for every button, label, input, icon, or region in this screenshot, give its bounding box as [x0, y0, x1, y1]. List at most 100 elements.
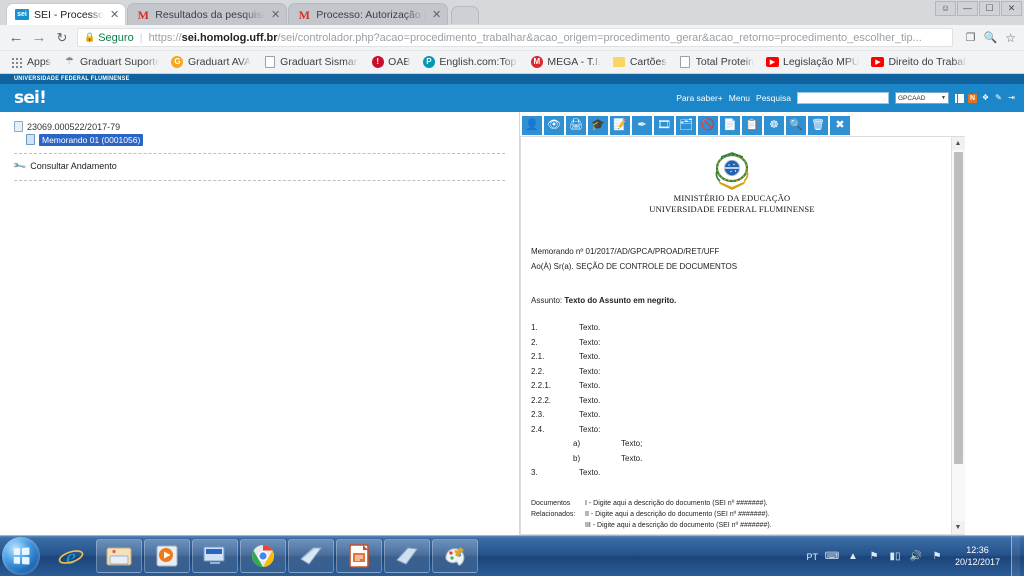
- consultar-processo-icon[interactable]: 👤: [522, 116, 542, 135]
- org-banner-label: UNIVERSIDADE FEDERAL FLUMINENSE: [14, 75, 130, 83]
- media-player-icon[interactable]: [144, 539, 190, 573]
- incluir-documento-icon[interactable]: 📄: [720, 116, 740, 135]
- browser-tab-sei[interactable]: sei SEI - Processo ✕: [6, 3, 127, 25]
- window-icon[interactable]: [384, 539, 430, 573]
- logout-icon[interactable]: ⇥: [1007, 94, 1016, 103]
- bookmark-apps[interactable]: Apps: [4, 56, 57, 69]
- university-label: UNIVERSIDADE FEDERAL FLUMINENSE: [649, 204, 815, 215]
- bookmark-label: Graduart Sismart: [280, 56, 360, 68]
- file-explorer-icon[interactable]: [96, 539, 142, 573]
- security-alert-icon[interactable]: ⚑: [930, 550, 944, 564]
- bookmark-label: Apps: [27, 56, 51, 68]
- tree-action-consultar-andamento[interactable]: 🔧 Consultar Andamento: [12, 158, 505, 173]
- item-number: 2.2.: [531, 366, 545, 376]
- reload-icon[interactable]: ↻: [54, 31, 70, 44]
- remote-desktop-icon[interactable]: [192, 539, 238, 573]
- libreoffice-icon[interactable]: [336, 539, 382, 573]
- menu-grid-icon[interactable]: [955, 93, 964, 103]
- bookmark-englishcom[interactable]: P English.com:Top Note: [416, 56, 524, 69]
- pesquisar-icon[interactable]: 🔍: [786, 116, 806, 135]
- bookmark-cartoes[interactable]: Cartões: [607, 56, 673, 69]
- gerenciar-marcadores-icon[interactable]: 🎞: [654, 116, 674, 135]
- close-icon[interactable]: ✕: [110, 8, 119, 21]
- internet-explorer-icon[interactable]: e: [48, 539, 94, 573]
- mega-icon: M: [530, 56, 543, 69]
- bookmark-legislacao-mpu[interactable]: ▶ Legislação MPU: [760, 56, 865, 69]
- page-icon: [263, 56, 276, 69]
- bookmark-graduart-suporte[interactable]: ☂ Graduart Suporte Po: [57, 56, 165, 69]
- scroll-up-arrow[interactable]: ▲: [951, 137, 965, 150]
- bookmark-mega-ti[interactable]: M MEGA - T.I.: [524, 56, 606, 69]
- taskbar-items: e: [48, 539, 478, 573]
- user-profile-icon[interactable]: ❖: [981, 94, 990, 103]
- scrollbar-thumb[interactable]: [953, 152, 963, 464]
- clock[interactable]: 12:36 20/12/2017: [951, 545, 1004, 568]
- link-menu[interactable]: Menu: [729, 93, 750, 103]
- windows-start-orb[interactable]: [2, 537, 40, 575]
- browser-tab-resultados[interactable]: M Resultados da pesquisa ✕: [127, 3, 288, 25]
- caneta-assinatura-icon[interactable]: ✒: [632, 116, 652, 135]
- document-scrollbar[interactable]: ▲ ▼: [951, 136, 965, 535]
- assinar-documento-icon[interactable]: 📝: [610, 116, 630, 135]
- address-bar[interactable]: 🔒 Seguro | https://sei.homolog.uff.br/se…: [77, 28, 953, 47]
- search-input[interactable]: [797, 92, 889, 104]
- keyboard-icon[interactable]: ⌨: [825, 550, 839, 564]
- unit-select[interactable]: GPCAAD ▼: [895, 92, 949, 104]
- sei-logo[interactable]: sei!: [14, 89, 47, 107]
- language-indicator[interactable]: PT: [806, 552, 818, 562]
- excluir-icon[interactable]: 🗑: [808, 116, 828, 135]
- pearson-icon: P: [422, 56, 435, 69]
- bookmark-graduart-sismart[interactable]: Graduart Sismart: [257, 56, 365, 69]
- back-arrow-icon[interactable]: ←: [8, 30, 24, 45]
- user-icon[interactable]: ☺: [935, 1, 956, 16]
- zoom-icon[interactable]: 🔍: [984, 31, 998, 44]
- cancelar-documento-icon[interactable]: 🚫: [698, 116, 718, 135]
- item-text: Texto:: [579, 424, 601, 434]
- minimize-icon[interactable]: —: [957, 1, 978, 16]
- forward-arrow-icon[interactable]: →: [31, 30, 47, 45]
- fechar-icon[interactable]: ✖: [830, 116, 850, 135]
- show-desktop-button[interactable]: [1011, 536, 1020, 576]
- bookmark-total-protein[interactable]: Total Protein: [673, 56, 760, 69]
- duplicar-documento-icon[interactable]: 📋: [742, 116, 762, 135]
- subject-label: Assunto:: [531, 296, 565, 306]
- close-icon[interactable]: ✕: [432, 8, 441, 21]
- action-center-icon[interactable]: ⚑: [867, 550, 881, 564]
- google-chrome-icon[interactable]: [240, 539, 286, 573]
- save-page-icon[interactable]: ❐: [966, 31, 976, 44]
- mover-documento-icon[interactable]: 🗂: [676, 116, 696, 135]
- tree-item-document[interactable]: Memorando 01 (0001056): [14, 133, 505, 146]
- show-hidden-icons-arrow[interactable]: ▲: [846, 550, 860, 564]
- bookmark-oab[interactable]: ! OAB: [365, 56, 416, 69]
- alert-icon[interactable]: N: [968, 93, 977, 103]
- edit-pencil-icon[interactable]: ✎: [994, 94, 1003, 103]
- item-number: 1.: [531, 323, 538, 333]
- gmail-icon: M: [298, 7, 310, 22]
- link-para-saber-mais[interactable]: Para saber+: [676, 93, 723, 103]
- browser-tab-processo[interactable]: M Processo: Autorização pa ✕: [288, 3, 449, 25]
- bookmark-graduart-ava[interactable]: G Graduart AVA: [165, 56, 257, 69]
- close-icon[interactable]: ✕: [1001, 1, 1022, 16]
- publicar-icon[interactable]: 🎓: [588, 116, 608, 135]
- new-tab-button[interactable]: [451, 6, 480, 24]
- bookmark-star-icon[interactable]: ☆: [1005, 31, 1016, 45]
- scroll-down-arrow[interactable]: ▼: [951, 521, 965, 534]
- bookmark-direito-trabalho[interactable]: ▶ Direito do Trabalho: [865, 56, 973, 69]
- ciencia-icon[interactable]: ☸: [764, 116, 784, 135]
- related-documents-block: Documentos Relacionados: I - Digite aqui…: [531, 499, 933, 532]
- network-signal-icon[interactable]: ▮▯: [888, 550, 902, 564]
- volume-icon[interactable]: 🔊: [909, 550, 923, 564]
- scrollbar-track[interactable]: [951, 150, 965, 521]
- paint-icon[interactable]: [432, 539, 478, 573]
- document-content: MINISTÉRIO DA EDUCAÇÃO UNIVERSIDADE FEDE…: [521, 137, 951, 531]
- close-icon[interactable]: ✕: [271, 8, 280, 21]
- notepad-window-icon[interactable]: [288, 539, 334, 573]
- maximize-icon[interactable]: ☐: [979, 1, 1000, 16]
- visualizar-icon[interactable]: 👁: [544, 116, 564, 135]
- sei-org-banner: UNIVERSIDADE FEDERAL FLUMINENSE: [0, 74, 1024, 84]
- imprimir-icon[interactable]: 🖨: [566, 116, 586, 135]
- tab-title: SEI - Processo: [34, 8, 105, 21]
- clock-time: 12:36: [966, 545, 989, 556]
- tree-item-process[interactable]: 23069.000522/2017-79: [14, 120, 505, 133]
- lock-icon: 🔒: [84, 32, 96, 42]
